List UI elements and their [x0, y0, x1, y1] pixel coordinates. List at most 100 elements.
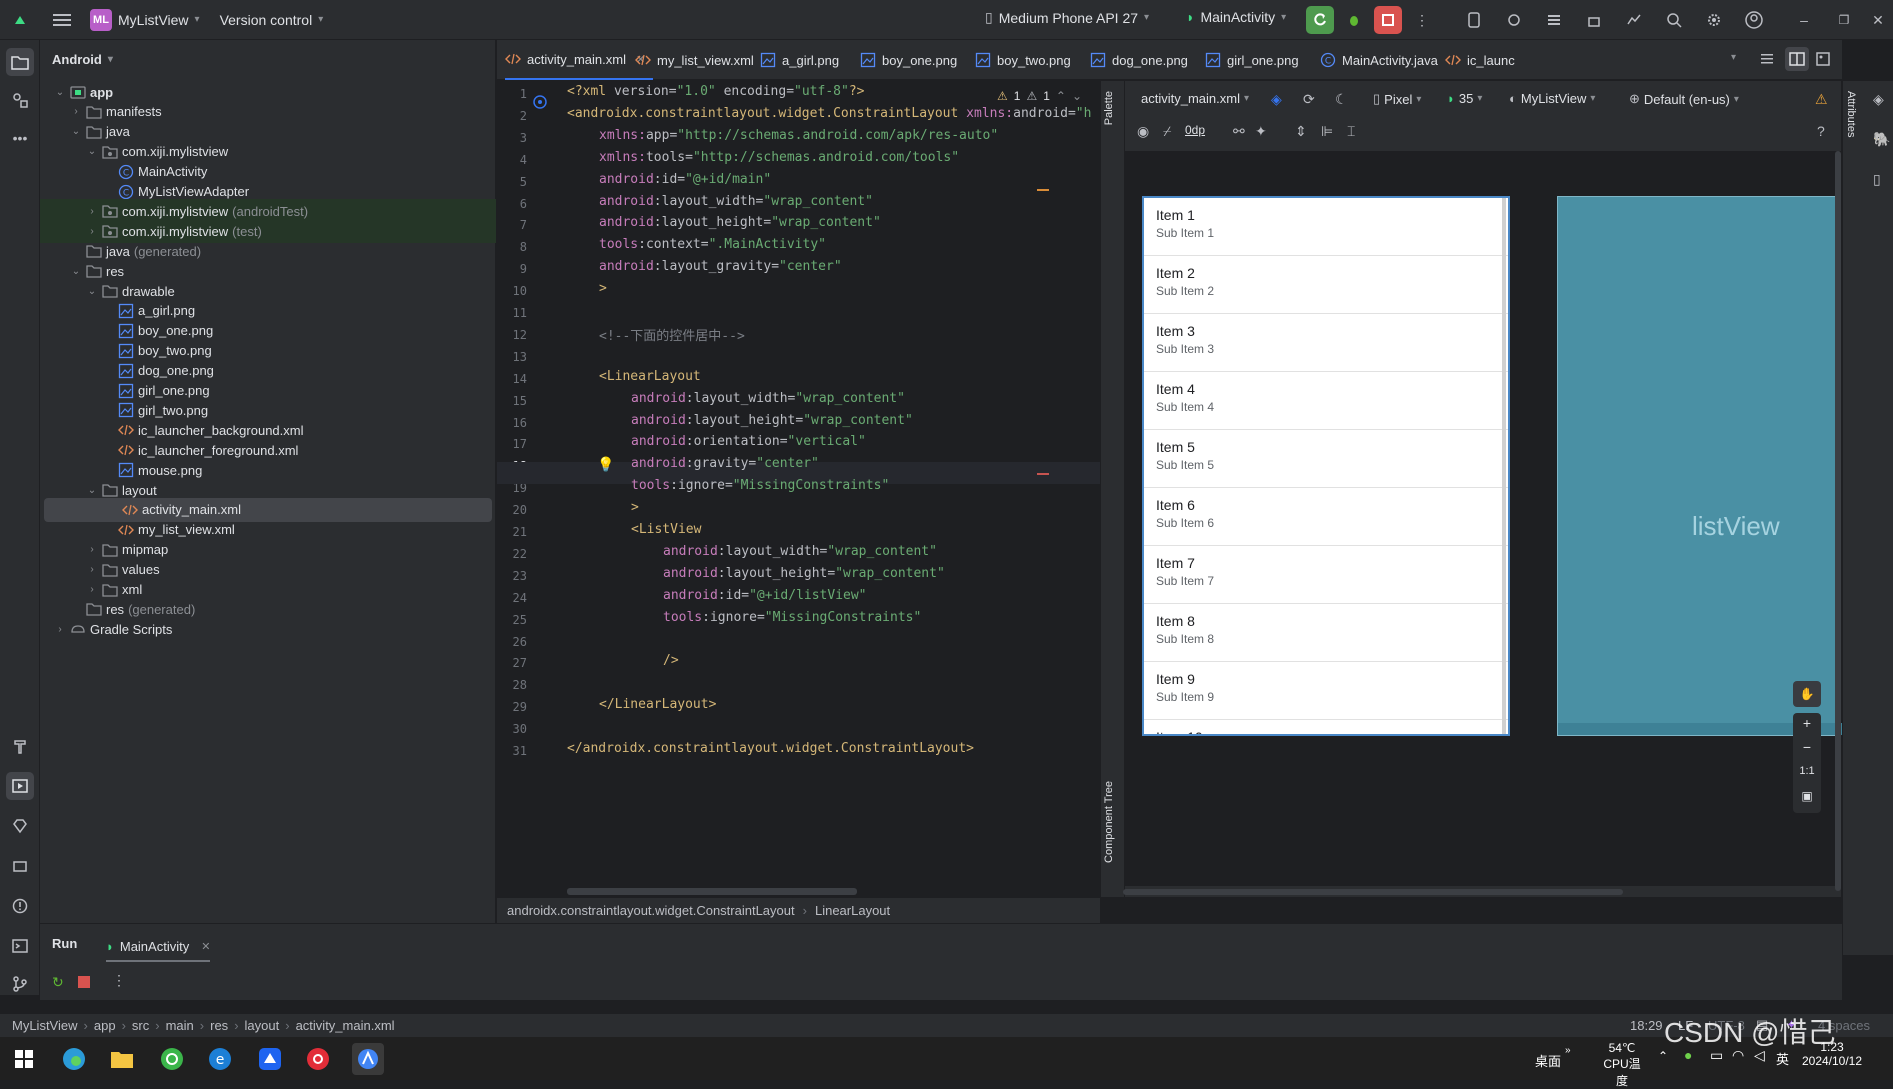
design-canvas[interactable]: Item 1 Sub Item 1 Item 2 Sub Item 2 Item 3 Su…	[1125, 151, 1842, 886]
split-view-icon[interactable]	[1785, 47, 1809, 71]
view-options-eye-icon[interactable]: ◉	[1137, 123, 1149, 140]
stop-icon[interactable]	[1374, 6, 1402, 34]
ime-indicator[interactable]: 英	[1776, 1049, 1789, 1068]
minimize-window-icon[interactable]: –	[1790, 6, 1818, 34]
desktop-toolbar[interactable]: 桌面	[1535, 1051, 1561, 1070]
horizontal-scrollbar[interactable]	[567, 888, 857, 895]
zoom-in-icon[interactable]: +	[1793, 715, 1821, 731]
browser-360-icon[interactable]	[156, 1043, 188, 1075]
search-icon[interactable]	[1660, 6, 1688, 34]
layout-warning-icon[interactable]: ⚠	[1815, 91, 1828, 108]
editor-tab[interactable]: dog_one.png	[1090, 40, 1196, 80]
zoom-fit-icon[interactable]: ▣	[1793, 789, 1821, 803]
run-config-selector[interactable]: ◗ MainActivity ▾	[1186, 9, 1286, 25]
chevron-down-icon[interactable]: ⌄	[68, 266, 84, 277]
chevron-right-icon[interactable]: ›	[84, 206, 100, 217]
palette-tab[interactable]: Palette	[1103, 91, 1115, 125]
stop-small-icon[interactable]	[78, 976, 90, 988]
tree-item[interactable]: › Gradle Scripts	[40, 617, 496, 641]
chevron-right-icon[interactable]: ›	[84, 584, 100, 595]
chevron-right-icon[interactable]: ›	[68, 106, 84, 117]
sdk-manager-icon[interactable]	[1540, 6, 1568, 34]
feishu-icon[interactable]	[254, 1043, 286, 1075]
inspection-widget[interactable]: ⚠ 1 ⚠ 1 ⌃ ⌄	[997, 89, 1082, 103]
app-quality-insights-icon[interactable]	[6, 812, 34, 840]
next-highlight-icon[interactable]: ⌄	[1072, 89, 1082, 103]
caret-position[interactable]: 18:29	[1630, 1018, 1663, 1033]
chevron-right-icon[interactable]: ›	[84, 226, 100, 237]
locale-selector[interactable]: ⊕ Default (en-us) ▾	[1629, 91, 1739, 107]
project-switcher[interactable]: ML MyListView ▾	[90, 8, 200, 31]
editor-tab[interactable]: C MainActivity.java	[1320, 40, 1446, 80]
expand-toolbar-icon[interactable]: »	[1565, 1045, 1571, 1056]
chevron-down-icon[interactable]: ⌄	[84, 485, 100, 496]
device-preview[interactable]: Item 1 Sub Item 1 Item 2 Sub Item 2 Item 3 Su…	[1142, 196, 1510, 736]
design-view-icon[interactable]	[1815, 51, 1831, 67]
blueprint-preview[interactable]: listView	[1557, 196, 1842, 736]
chevron-down-icon[interactable]: ⌄	[52, 87, 68, 98]
status-path-segment[interactable]: activity_main.xml	[296, 1018, 395, 1033]
prev-highlight-icon[interactable]: ⌃	[1056, 89, 1066, 103]
close-tab-icon[interactable]: ✕	[201, 940, 210, 953]
list-item[interactable]: Item 1 Sub Item 1	[1144, 198, 1508, 256]
component-tree-tab[interactable]: Component Tree	[1103, 781, 1115, 863]
notifications-icon[interactable]: ◈	[1873, 91, 1884, 108]
list-item[interactable]: Item 5 Sub Item 5	[1144, 430, 1508, 488]
layout-file-selector[interactable]: activity_main.xml ▾	[1141, 91, 1249, 106]
restore-window-icon[interactable]: ❐	[1830, 6, 1858, 34]
breadcrumb-linearlayout[interactable]: LinearLayout	[815, 903, 890, 918]
build-hammer-icon[interactable]	[6, 732, 34, 760]
main-menu-icon[interactable]	[48, 6, 76, 34]
design-v-scrollbar[interactable]	[1835, 151, 1841, 891]
android-studio-taskbar-icon[interactable]	[352, 1043, 384, 1075]
tabs-overflow-chevron-icon[interactable]: ▾	[1731, 52, 1736, 63]
editor-tab[interactable]: my_list_view.xml	[635, 40, 762, 80]
version-control-menu[interactable]: Version control ▾	[220, 12, 324, 28]
profiler-icon[interactable]	[1620, 6, 1648, 34]
night-mode-icon[interactable]: ☾	[1335, 91, 1348, 108]
chevron-right-icon[interactable]: ›	[52, 624, 68, 635]
list-item[interactable]: Item 8 Sub Item 8	[1144, 604, 1508, 662]
netease-music-icon[interactable]	[302, 1043, 334, 1075]
run-tool-icon[interactable]	[6, 772, 34, 800]
code-editor[interactable]: 1234567891011121314151617181920212223242…	[497, 81, 1100, 897]
debug-icon[interactable]	[1340, 6, 1368, 34]
list-item[interactable]: Item 3 Sub Item 3	[1144, 314, 1508, 372]
chevron-down-icon[interactable]: ⌄	[68, 126, 84, 137]
guidelines-icon[interactable]: ⌶	[1347, 123, 1355, 140]
align-icon[interactable]: ⊫	[1321, 123, 1333, 140]
status-path-segment[interactable]: layout	[245, 1018, 280, 1033]
design-h-scrollbar[interactable]	[1123, 889, 1623, 895]
pack-icon[interactable]: ⇕	[1295, 123, 1307, 140]
editor-tab[interactable]: boy_one.png	[860, 40, 965, 80]
list-item[interactable]: Item 2 Sub Item 2	[1144, 256, 1508, 314]
zoom-reset[interactable]: 1:1	[1793, 765, 1821, 777]
editor-tab[interactable]: ic_launc	[1445, 40, 1523, 80]
ie-browser-icon[interactable]: e	[204, 1043, 236, 1075]
help-icon[interactable]: ?	[1817, 123, 1825, 139]
code-view-icon[interactable]	[1759, 51, 1775, 67]
status-path-segment[interactable]: MyListView	[12, 1018, 78, 1033]
status-path-segment[interactable]: res	[210, 1018, 228, 1033]
status-path-segment[interactable]: app	[94, 1018, 116, 1033]
run-more-icon[interactable]: ⋮	[112, 972, 126, 989]
breadcrumb-constraintlayout[interactable]: androidx.constraintlayout.widget.Constra…	[507, 903, 795, 918]
more-actions-icon[interactable]: ⋮	[1408, 6, 1436, 34]
list-item[interactable]: Item 7 Sub Item 7	[1144, 546, 1508, 604]
device-manager-icon[interactable]	[1460, 6, 1488, 34]
close-window-icon[interactable]: ✕	[1864, 6, 1892, 34]
git-branch-icon[interactable]	[6, 970, 34, 998]
orientation-icon[interactable]: ⟳	[1303, 91, 1315, 108]
theme-selector[interactable]: ◐ MyListView ▾	[1509, 91, 1595, 106]
default-margins-selector[interactable]: 0dp	[1185, 123, 1205, 137]
autoconnect-icon[interactable]: ⌿	[1163, 123, 1171, 140]
design-surface-icon[interactable]: ◈	[1271, 91, 1282, 108]
run-tab-mainactivity[interactable]: ◗ MainActivity ✕	[106, 932, 211, 962]
chevron-right-icon[interactable]: ›	[84, 544, 100, 555]
project-view-selector[interactable]: Android ▾	[52, 52, 113, 67]
chevron-down-icon[interactable]: ⌄	[84, 146, 100, 157]
api-level-selector[interactable]: ◗ 35 ▾	[1447, 91, 1482, 106]
status-path-segment[interactable]: src	[132, 1018, 149, 1033]
terminal-icon[interactable]	[6, 932, 34, 960]
windows-start-icon[interactable]	[8, 1043, 40, 1075]
